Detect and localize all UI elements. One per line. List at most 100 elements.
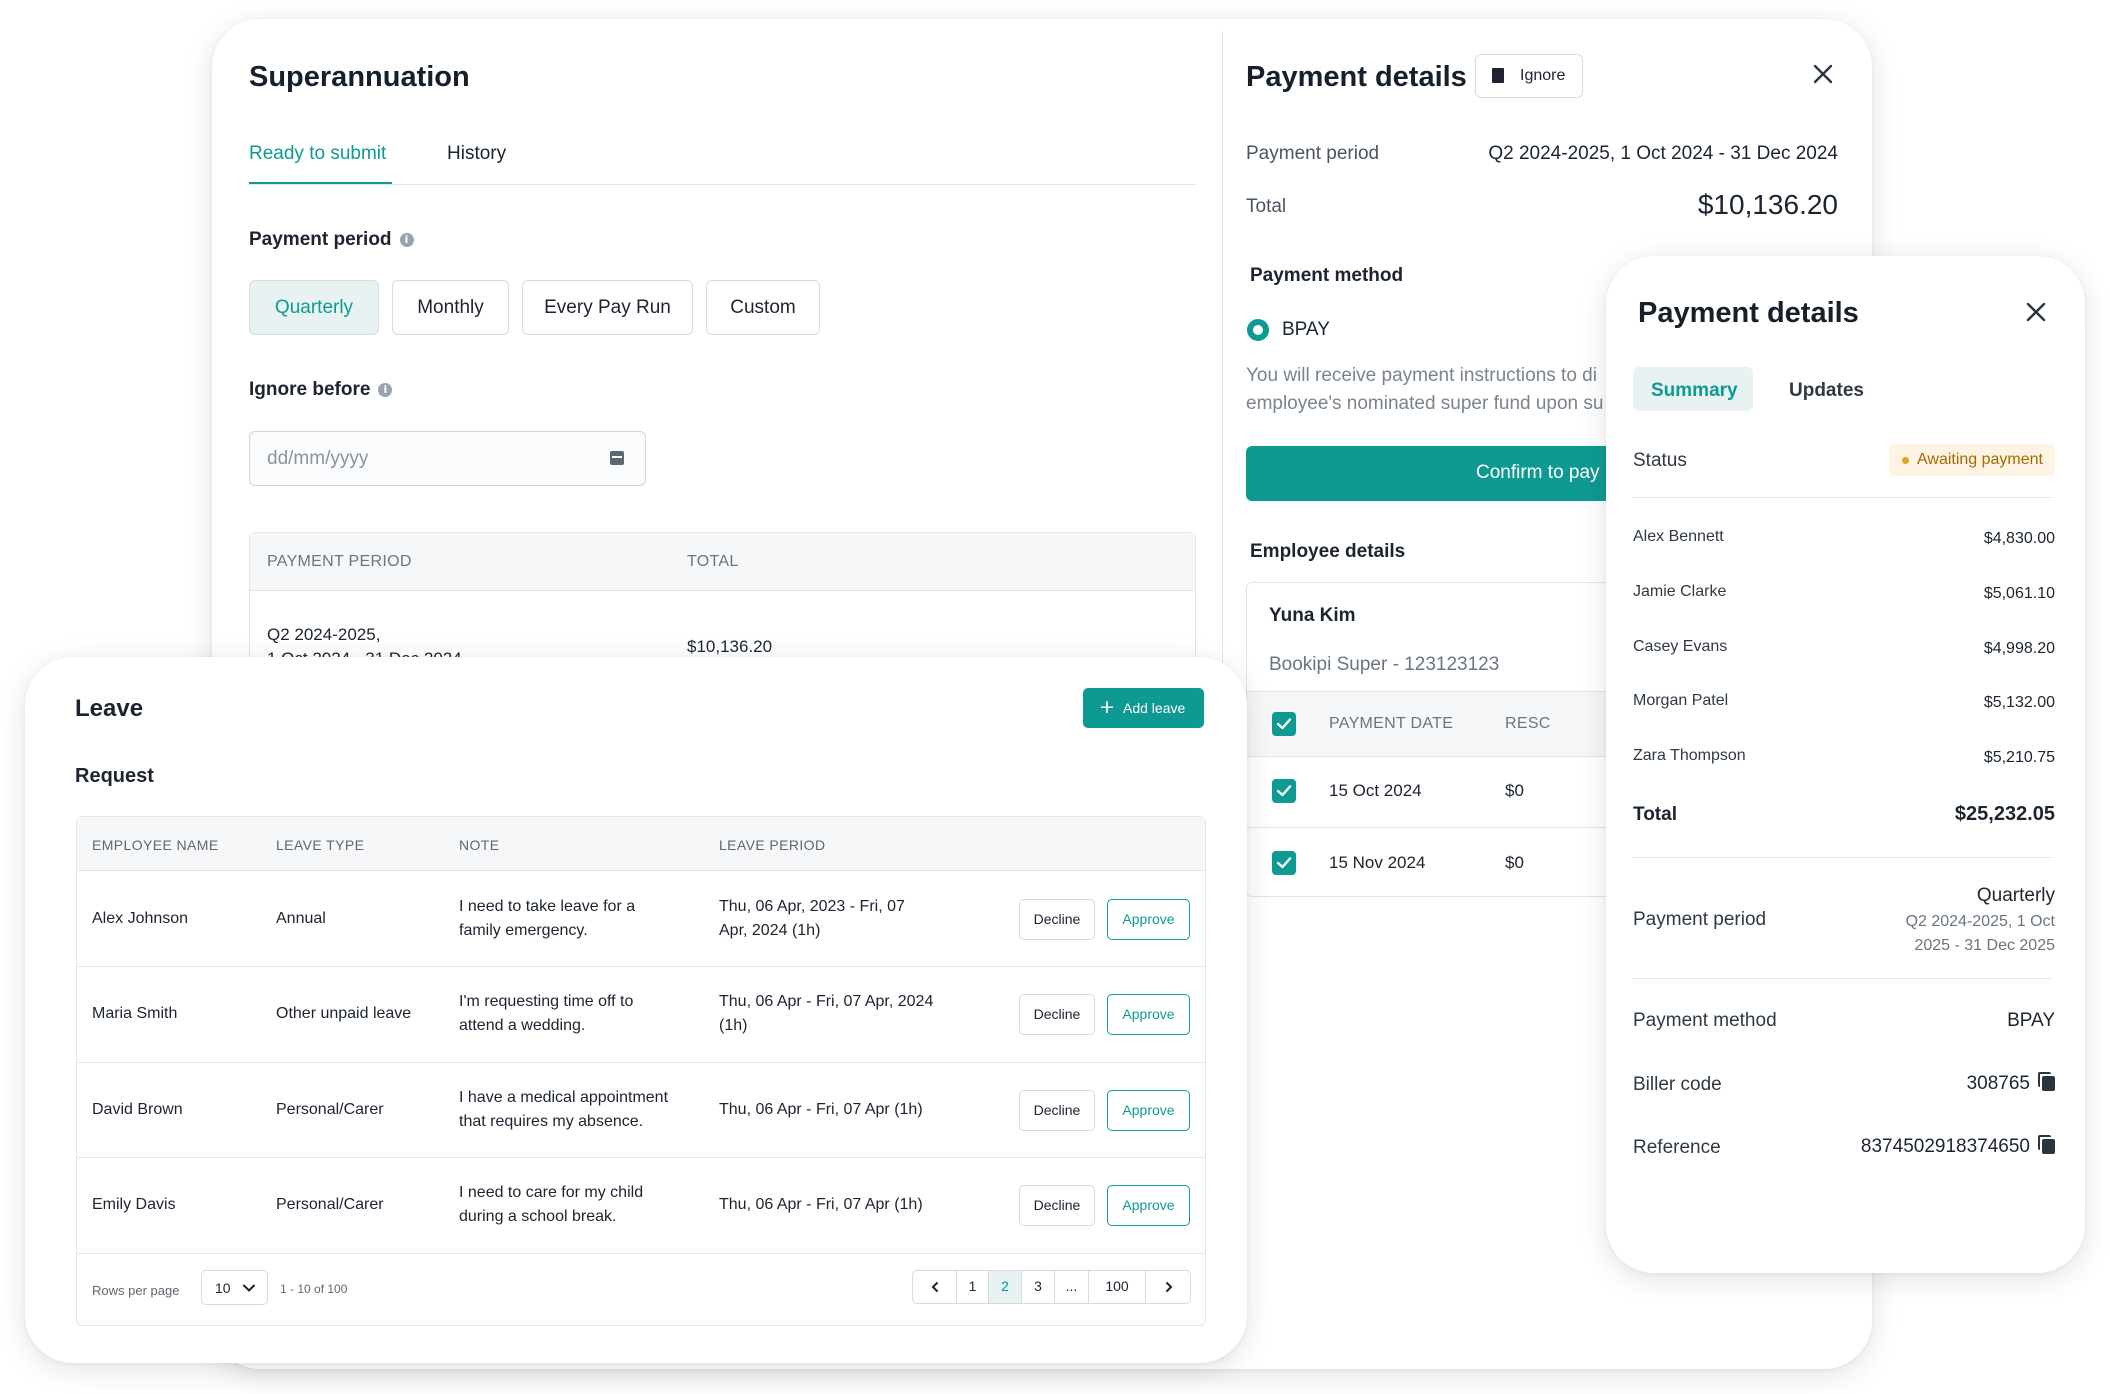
decline-button[interactable]: Decline — [1019, 1185, 1095, 1226]
ignore-before-label: Ignore before i — [249, 379, 393, 401]
divider — [1633, 857, 2051, 858]
ignore-button[interactable]: Ignore — [1475, 54, 1583, 98]
plus-icon: + — [1099, 696, 1115, 718]
leave-table-header — [77, 817, 1205, 871]
chevron-down-icon — [242, 1281, 256, 1300]
period-option-monthly[interactable]: Monthly — [392, 280, 509, 335]
info-icon[interactable]: i — [378, 382, 393, 397]
leave-type: Annual — [276, 910, 326, 927]
page-button-current[interactable]: 2 — [989, 1271, 1022, 1303]
header-payment-period: PAYMENT PERIOD — [267, 553, 412, 570]
tabs-divider — [249, 184, 1196, 185]
total-value-main: $10,136.20 — [1697, 189, 1838, 220]
note-line2: attend a wedding. — [459, 1017, 586, 1034]
row-checkbox[interactable] — [1272, 851, 1296, 875]
decline-button[interactable]: Decline — [1019, 994, 1095, 1035]
row-period-line1: Q2 2024-2025, — [267, 625, 381, 644]
divider — [1633, 497, 2051, 498]
leave-type: Other unpaid leave — [276, 1005, 412, 1022]
status-label: Status — [1633, 450, 1687, 471]
biller-code-value: 308765 — [1966, 1073, 2030, 1094]
employee-name: Alex Johnson — [92, 910, 189, 927]
period-option-quarterly[interactable]: Quarterly — [249, 280, 379, 335]
employee-name: Zara Thompson — [1633, 747, 1746, 764]
status-dot-icon — [1902, 457, 1909, 464]
tab-history[interactable]: History — [447, 143, 506, 165]
status-badge: Awaiting payment — [1889, 444, 2055, 476]
rows-per-page-select[interactable]: 10 — [201, 1270, 268, 1305]
close-icon[interactable] — [1812, 63, 1834, 85]
approve-button[interactable]: Approve — [1107, 1090, 1190, 1131]
employee-amount: $4,998.20 — [1983, 640, 2055, 657]
next-page-button[interactable] — [1146, 1271, 1190, 1303]
page-button[interactable]: 1 — [957, 1271, 989, 1303]
note-line1: I have a medical appointment — [459, 1089, 669, 1106]
request-label: Request — [75, 765, 154, 787]
approve-button[interactable]: Approve — [1107, 899, 1190, 940]
note-line2: that requires my absence. — [459, 1113, 644, 1130]
decline-button[interactable]: Decline — [1019, 899, 1095, 940]
table-row: David Brown Personal/Carer I have a medi… — [77, 1063, 1205, 1158]
reference-label: Reference — [1633, 1137, 1721, 1158]
ignore-before-label-text: Ignore before — [249, 379, 371, 400]
rows-per-page-label: Rows per page — [92, 1283, 180, 1298]
info-icon[interactable]: i — [399, 232, 414, 247]
note-line1: I'm requesting time off to — [459, 993, 634, 1010]
tab-updates[interactable]: Updates — [1789, 380, 1864, 402]
confirm-to-pay-label: Confirm to pay — [1476, 462, 1600, 483]
approve-button[interactable]: Approve — [1107, 1185, 1190, 1226]
tab-summary-label: Summary — [1651, 380, 1738, 401]
payment-details-summary-card: Payment details Summary Updates Status A… — [1606, 256, 2085, 1273]
payment-period-label: Payment period i — [249, 229, 414, 251]
header-note: NOTE — [459, 837, 500, 853]
select-all-checkbox[interactable] — [1272, 712, 1296, 736]
header-resc: RESC — [1505, 715, 1551, 732]
bpay-radio[interactable] — [1247, 319, 1269, 341]
add-leave-button[interactable]: + Add leave — [1083, 688, 1204, 728]
period-frequency: Quarterly — [1976, 885, 2055, 906]
employee-amount: $5,132.00 — [1983, 694, 2055, 711]
leave-title: Leave — [75, 695, 144, 722]
header-leave-type: LEAVE TYPE — [276, 837, 365, 853]
leave-period-line2: Apr, 2024 (1h) — [719, 922, 821, 939]
note-line1: I need to care for my child — [459, 1184, 644, 1201]
row-total: $10,136.20 — [687, 637, 773, 656]
tab-summary[interactable]: Summary — [1633, 367, 1753, 411]
leave-period-line1: Thu, 06 Apr, 2023 - Fri, 07 — [719, 898, 905, 915]
reference-row: 8374502918374650 — [1861, 1135, 2055, 1158]
close-icon[interactable] — [2026, 302, 2046, 322]
leave-type: Personal/Carer — [276, 1101, 384, 1118]
period-option-every-pay-run[interactable]: Every Pay Run — [522, 280, 693, 335]
status-badge-text: Awaiting payment — [1917, 451, 2043, 468]
payment-period-label: Payment period — [1633, 909, 1767, 930]
page-button[interactable]: 100 — [1089, 1271, 1146, 1303]
employee-name: Morgan Patel — [1633, 692, 1729, 709]
tab-ready-to-submit[interactable]: Ready to submit — [249, 143, 386, 165]
range-text: 1 - 10 of 100 — [280, 1282, 348, 1296]
decline-button[interactable]: Decline — [1019, 1090, 1095, 1131]
header-leave-period: LEAVE PERIOD — [719, 837, 826, 853]
biller-code-row: 308765 — [1966, 1072, 2055, 1095]
payment-method-value: BPAY — [2007, 1010, 2055, 1031]
copy-icon[interactable] — [2038, 1135, 2055, 1155]
summary-card-title: Payment details — [1638, 297, 1859, 329]
period-option-custom[interactable]: Custom — [706, 280, 820, 335]
copy-icon[interactable] — [2038, 1072, 2055, 1092]
ignore-before-date-input[interactable]: dd/mm/yyyy — [249, 431, 646, 486]
row-checkbox[interactable] — [1272, 779, 1296, 803]
superannuation-title-text: Superannuation — [249, 61, 470, 93]
trash-icon — [1492, 68, 1504, 83]
payment-method-label-main: Payment method — [1250, 265, 1404, 286]
leave-period-line1: Thu, 06 Apr - Fri, 07 Apr (1h) — [719, 1101, 923, 1118]
employee-fund: Bookipi Super - 123123123 — [1269, 654, 1500, 675]
prev-page-button[interactable] — [913, 1271, 957, 1303]
row-payment-date: 15 Oct 2024 — [1329, 781, 1422, 800]
approve-button[interactable]: Approve — [1107, 994, 1190, 1035]
page-ellipsis: ... — [1055, 1271, 1089, 1303]
leave-period-line2: (1h) — [719, 1017, 748, 1034]
page-button[interactable]: 3 — [1022, 1271, 1055, 1303]
calendar-icon[interactable] — [610, 451, 624, 465]
table-row: Alex Johnson Annual I need to take leave… — [77, 872, 1205, 967]
payment-period-value-main: Q2 2024-2025, 1 Oct 2024 - 31 Dec 2024 — [1488, 143, 1838, 164]
header-total: TOTAL — [687, 553, 739, 570]
